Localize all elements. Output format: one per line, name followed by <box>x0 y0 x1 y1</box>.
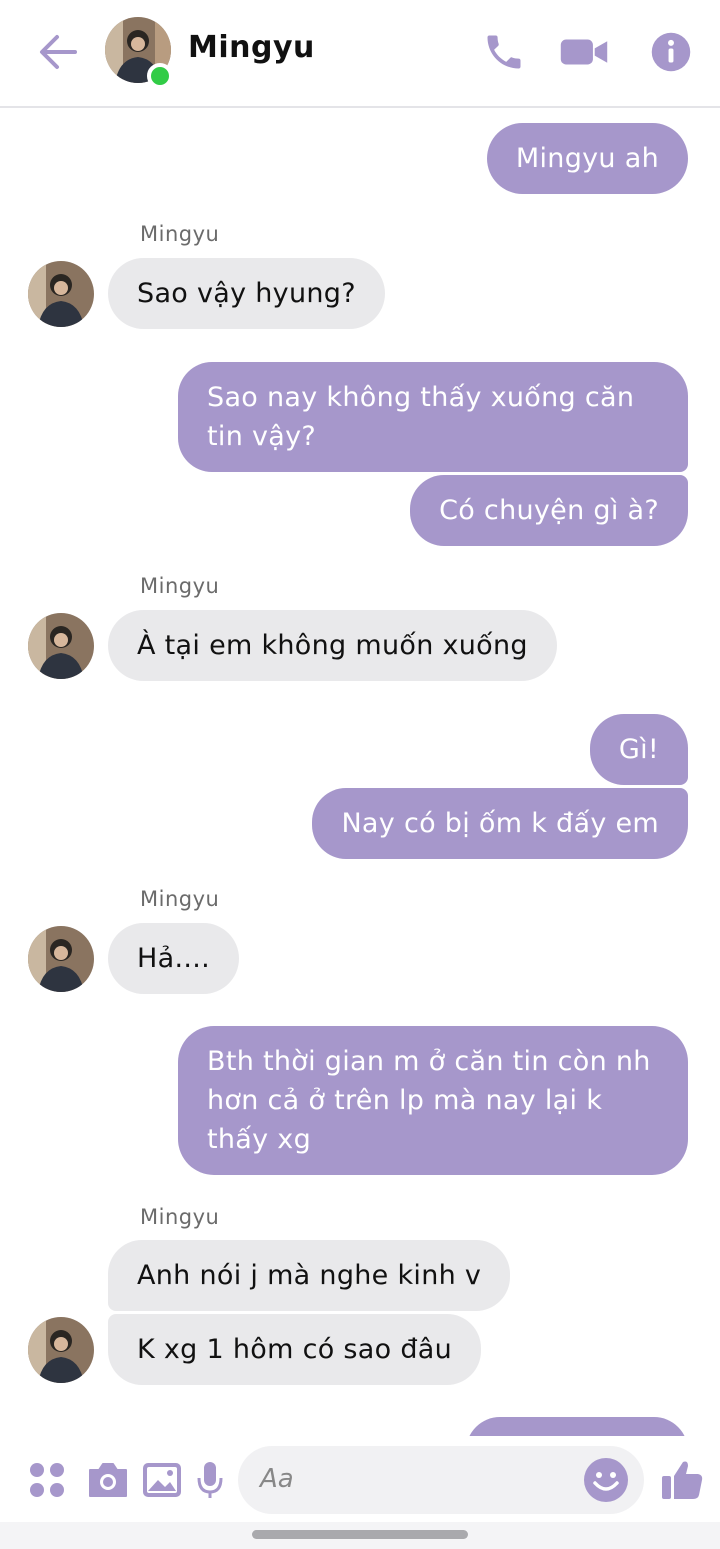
message-input[interactable]: Aa <box>238 1446 644 1514</box>
emoji-icon <box>584 1458 628 1502</box>
thumbs-up-icon <box>662 1461 703 1499</box>
sender-name: Mingyu <box>140 887 220 911</box>
gallery-button[interactable] <box>138 1456 186 1504</box>
incoming-message[interactable]: Hả.... <box>108 923 239 994</box>
outgoing-message[interactable]: Có chuyện gì à? <box>410 475 688 546</box>
image-icon <box>143 1463 181 1497</box>
outgoing-message[interactable]: Sao nay không thấy xuống căn tin vậy? <box>178 362 688 472</box>
contact-avatar-small[interactable] <box>28 261 94 327</box>
sender-name: Mingyu <box>140 1205 220 1229</box>
like-button[interactable] <box>658 1456 706 1504</box>
info-button[interactable] <box>645 26 697 78</box>
online-status-indicator <box>147 63 173 89</box>
sender-name: Mingyu <box>140 222 220 246</box>
message-list[interactable]: Mingyu ah Mingyu Sao vậy hyung? Sao nay … <box>0 110 720 1436</box>
message-input-placeholder: Aa <box>260 1464 294 1494</box>
voice-message-button[interactable] <box>186 1456 234 1504</box>
back-arrow-icon <box>40 35 77 69</box>
contact-avatar-small[interactable] <box>28 926 94 992</box>
contact-avatar-small[interactable] <box>28 613 94 679</box>
video-call-button[interactable] <box>558 26 610 78</box>
home-indicator[interactable] <box>252 1530 468 1539</box>
video-camera-icon <box>560 39 608 65</box>
emoji-button[interactable] <box>582 1456 630 1504</box>
voice-call-button[interactable] <box>478 26 530 78</box>
microphone-icon <box>197 1462 223 1498</box>
incoming-message[interactable]: K xg 1 hôm có sao đâu <box>108 1314 482 1385</box>
phone-icon <box>487 35 521 69</box>
outgoing-message-partial[interactable] <box>466 1417 688 1436</box>
outgoing-message[interactable]: Nay có bị ốm k đấy em <box>312 788 688 859</box>
chat-header: Mingyu <box>0 0 720 108</box>
incoming-message[interactable]: À tại em không muốn xuống <box>108 610 557 681</box>
info-icon <box>651 32 691 72</box>
outgoing-message[interactable]: Mingyu ah <box>486 123 688 194</box>
apps-button[interactable] <box>23 1456 71 1504</box>
contact-name[interactable]: Mingyu <box>188 30 315 65</box>
apps-icon <box>30 1463 64 1497</box>
message-composer: Aa <box>0 1436 720 1526</box>
incoming-message[interactable]: Sao vậy hyung? <box>108 258 385 329</box>
outgoing-message[interactable]: Gì! <box>589 714 688 785</box>
system-navigation-bar <box>0 1522 720 1549</box>
camera-icon <box>89 1463 127 1497</box>
outgoing-message[interactable]: Bth thời gian m ở căn tin còn nh hơn cả … <box>178 1026 688 1175</box>
incoming-message[interactable]: Anh nói j mà nghe kinh v <box>108 1240 511 1311</box>
sender-name: Mingyu <box>140 574 220 598</box>
back-button[interactable] <box>34 28 82 76</box>
contact-avatar-small[interactable] <box>28 1317 94 1383</box>
camera-button[interactable] <box>84 1456 132 1504</box>
